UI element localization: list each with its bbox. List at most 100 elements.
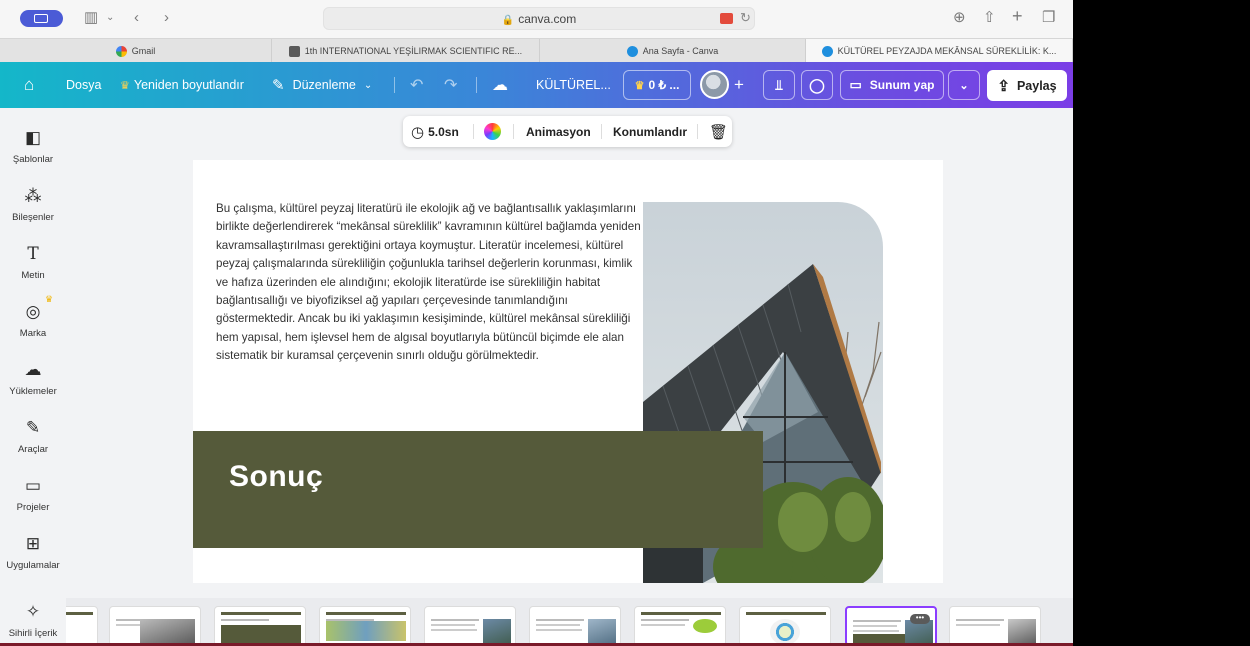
trash-icon[interactable]: 🗑 [709, 116, 728, 147]
sidebar-item-brand[interactable]: ♛ ◎ Marka [0, 294, 66, 339]
design-title[interactable]: KÜLTÜREL... [536, 62, 611, 108]
sidebar-item-magic[interactable]: ✧ Sihirli İçerik [0, 602, 66, 639]
present-button[interactable]: ▭ Sunum yap [840, 70, 944, 100]
document-icon [288, 45, 300, 57]
home-icon[interactable]: ⌂ [24, 62, 34, 108]
cloud-sync-icon[interactable]: ☁ [492, 62, 508, 108]
credits-button[interactable]: ♛ 0 ₺ ... [623, 70, 691, 100]
tools-icon: ✎ [25, 418, 41, 437]
resize-button[interactable]: ♛ Yeniden boyutlandır [120, 62, 244, 108]
thumbnail-image [1008, 619, 1036, 645]
back-icon[interactable]: ‹ [134, 9, 139, 27]
share-button[interactable]: ⇪ Paylaş [987, 70, 1067, 101]
screen-record-icon[interactable] [720, 13, 733, 24]
tab-gmail[interactable]: Gmail [0, 39, 272, 63]
sidebar-item-label: Yüklemeler [9, 386, 57, 397]
clock-icon: ◷ [411, 123, 425, 141]
thumbnail-line [853, 625, 897, 627]
sidebar-item-apps[interactable]: ⊞ Uygulamalar [0, 534, 66, 571]
sidebar-icon[interactable]: ▥ [84, 9, 98, 27]
thumbnail-image [588, 619, 616, 645]
insights-button[interactable]: ⫫ [763, 70, 795, 100]
tab-label: KÜLTÜREL PEYZAJDA MEKÂNSAL SÜREKLİLİK: K… [837, 46, 1057, 56]
color-wheel-icon [484, 123, 501, 140]
element-toolbar: ◷ 5.0sn Animasyon Konumlandır 🗑 [403, 116, 732, 147]
apps-icon: ⊞ [25, 534, 41, 553]
sidebar-item-uploads[interactable]: ☁ Yüklemeler [0, 360, 66, 397]
chevron-down-icon[interactable]: ⌄ [106, 9, 114, 27]
reload-icon[interactable]: ↻ [740, 10, 751, 26]
thumbnail-image [693, 619, 717, 633]
page-thumbnail-selected[interactable]: ••• [845, 606, 937, 646]
add-collaborator-icon[interactable]: + [734, 62, 744, 108]
sidebar-item-label: Şablonlar [12, 154, 54, 165]
duration-button[interactable]: ◷ 5.0sn [411, 116, 459, 147]
editor-toolbar: ⌂ Dosya ♛ Yeniden boyutlandır ✎ Düzenleme ⌄… [0, 62, 1073, 108]
duration-label: 5.0sn [428, 124, 459, 139]
present-label: Sunum yap [869, 78, 935, 92]
thumbnail-line [956, 619, 1004, 621]
thumbnail-line [221, 619, 269, 621]
animation-button[interactable]: Animasyon [526, 116, 591, 147]
page-thumbnail[interactable] [319, 606, 411, 646]
sidebar-item-elements[interactable]: ⁂ Bileşenler [0, 186, 66, 223]
chevron-down-icon: ⌄ [363, 79, 373, 91]
new-tab-icon[interactable]: + [1012, 7, 1023, 25]
sidebar-item-templates[interactable]: ◧ Şablonlar [0, 128, 66, 165]
pencil-icon: ✎ [272, 77, 285, 94]
more-options-icon[interactable]: ••• [910, 614, 930, 624]
tab-bar: Gmail 1th INTERNATIONAL YEŞİLIRMAK SCIEN… [0, 38, 1073, 63]
page-thumbnail[interactable] [424, 606, 516, 646]
position-button[interactable]: Konumlandır [613, 116, 687, 147]
present-options-button[interactable]: ⌄ [948, 70, 980, 100]
lock-icon: 🔒 [501, 15, 515, 26]
page-thumbnail[interactable] [529, 606, 621, 646]
bar-chart-icon: ⫫ [775, 76, 783, 93]
sidebar-item-text[interactable]: T Metin [0, 244, 66, 281]
color-button[interactable] [484, 116, 501, 147]
canva-window: ▥ ⌄ ‹ › 🔒 canva.com ↻ ⊕ ⇧ + ❐ Gmail 1th I… [0, 0, 1073, 646]
present-icon: ▭ [849, 77, 862, 92]
divider [601, 124, 602, 139]
templates-icon: ◧ [24, 128, 42, 147]
thumbnail-line [956, 624, 1000, 626]
tab-canva-home[interactable]: Ana Sayfa - Canva [540, 39, 806, 63]
sidebar-item-tools[interactable]: ✎ Araçlar [0, 418, 66, 455]
conclusion-heading[interactable]: Sonuç [229, 460, 323, 494]
thumbnail-line [853, 620, 901, 622]
sidebar-item-projects[interactable]: ▭ Projeler [0, 476, 66, 513]
upload-icon: ☁ [24, 360, 42, 379]
edit-label: Düzenleme [292, 78, 356, 92]
tab-current-design[interactable]: KÜLTÜREL PEYZAJDA MEKÂNSAL SÜREKLİLİK: K… [806, 39, 1073, 63]
sidebar-toggle-button[interactable] [20, 10, 63, 27]
page-thumbnail[interactable] [214, 606, 306, 646]
thumbnail-line [641, 619, 689, 621]
comment-button[interactable]: ◯ [801, 70, 833, 100]
avatar[interactable] [700, 70, 729, 99]
redo-icon[interactable]: ↷ [444, 62, 457, 108]
thumbnail-line [853, 630, 899, 632]
page-thumbnail[interactable] [66, 606, 98, 646]
share-icon[interactable]: ⇧ [983, 9, 996, 27]
download-icon[interactable]: ⊕ [953, 9, 966, 27]
upload-share-icon: ⇪ [997, 77, 1010, 95]
file-menu[interactable]: Dosya [66, 62, 101, 108]
conclusion-band[interactable]: Sonuç [193, 431, 763, 548]
undo-icon[interactable]: ↶ [410, 62, 423, 108]
edit-menu[interactable]: ✎ Düzenleme ⌄ [272, 62, 372, 108]
page-thumbnail[interactable] [634, 606, 726, 646]
page-thumbnail[interactable] [949, 606, 1041, 646]
sidebar-item-label: Sihirli İçerik [8, 628, 58, 639]
forward-icon[interactable]: › [164, 9, 169, 27]
thumbnail-image [326, 621, 406, 641]
slide-body-text[interactable]: Bu çalışma, kültürel peyzaj literatürü i… [216, 200, 642, 366]
address-bar[interactable]: 🔒 canva.com ↻ [323, 7, 755, 30]
tab-conference[interactable]: 1th INTERNATIONAL YEŞİLIRMAK SCIENTIFIC … [272, 39, 540, 63]
tab-overview-icon[interactable]: ❐ [1042, 9, 1055, 27]
slide-canvas[interactable]: Bu çalışma, kültürel peyzaj literatürü i… [193, 160, 943, 583]
tab-label: Ana Sayfa - Canva [642, 46, 719, 56]
chevron-down-icon: ⌄ [959, 79, 969, 92]
divider [473, 124, 474, 139]
page-thumbnail[interactable] [739, 606, 831, 646]
page-thumbnail[interactable] [109, 606, 201, 646]
